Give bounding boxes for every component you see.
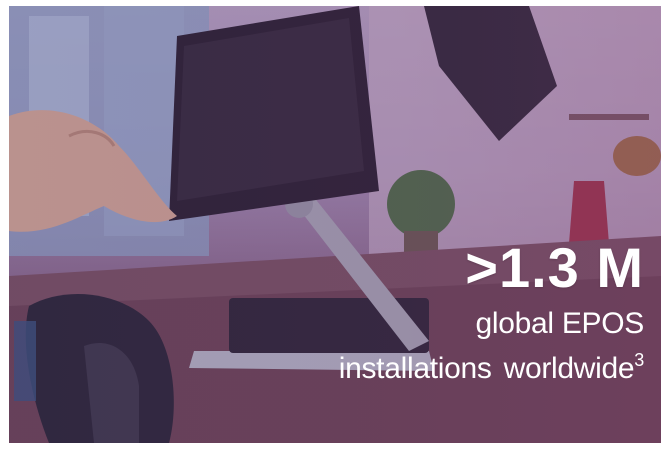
stat-caption-installations: installations: [338, 352, 492, 385]
stat-caption-line1: global EPOS: [475, 307, 645, 340]
stat-callout: >1.3 M global EPOS installations worldwid…: [338, 236, 645, 387]
stat-value: >1.3 M: [465, 236, 644, 299]
stat-caption-line2: installations worldwide3: [338, 342, 645, 387]
slide-frame: >1.3 M global EPOS installations worldwid…: [0, 0, 666, 449]
footnote-marker: 3: [634, 350, 644, 370]
stat-caption-worldwide: worldwide: [503, 352, 635, 385]
